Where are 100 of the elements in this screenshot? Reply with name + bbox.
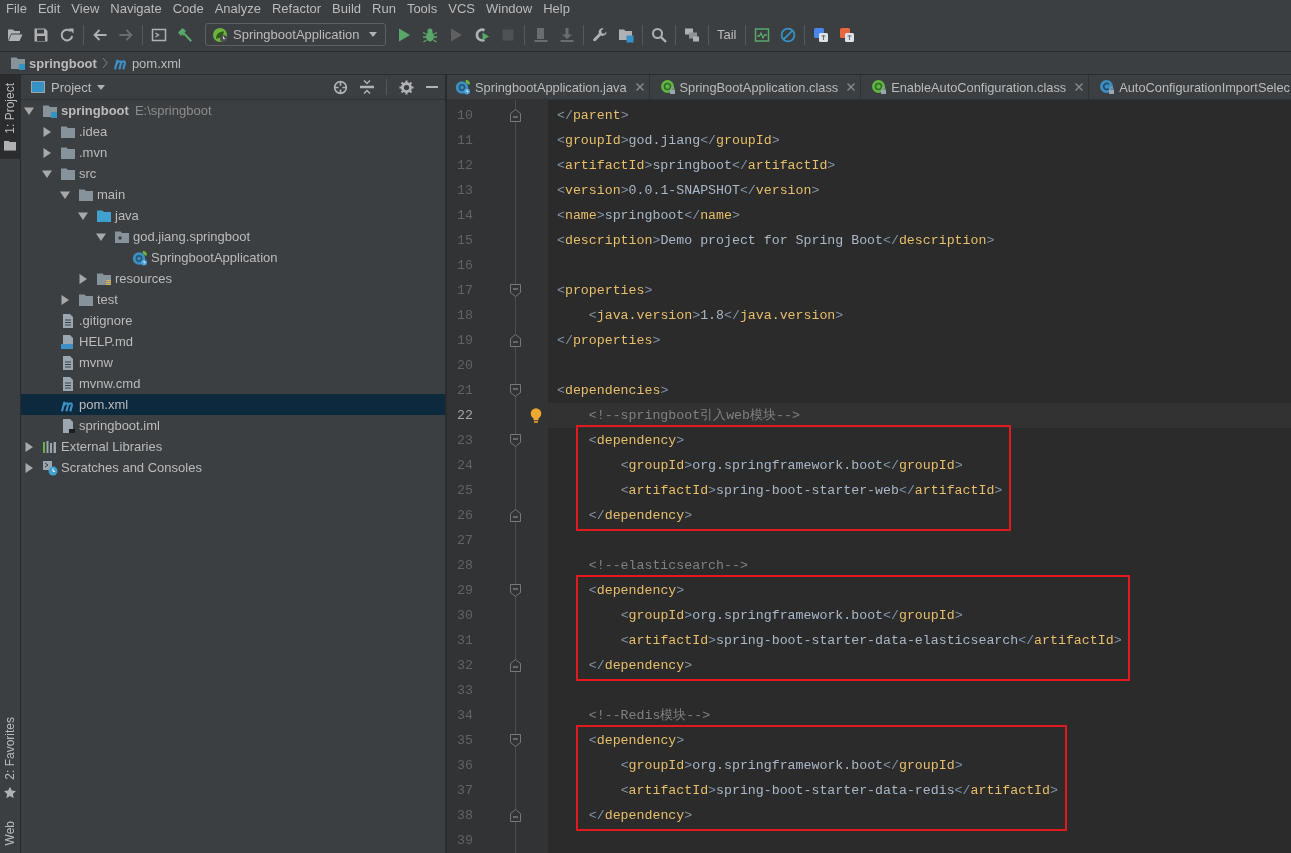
text-file-icon [60,354,76,371]
class-icon [132,249,148,266]
caret-down-icon[interactable] [60,189,70,200]
text-file-icon [60,375,76,392]
tree-item[interactable]: Scratches and Consoles [21,457,445,478]
module-folder-icon [10,55,26,71]
code-line: <artifactId>spring-boot-starter-data-elasticsearch</artifactId> [620,632,1122,648]
tree-item[interactable]: HELP.md [21,331,445,352]
close-icon[interactable] [1075,83,1084,91]
line-number: 22 [456,407,473,423]
tree-item[interactable]: pom.xml [21,394,445,415]
code-line: <dependency> [588,732,685,748]
tree-item[interactable]: External Libraries [21,436,445,457]
fold-marker-icon[interactable] [510,383,521,397]
code-line: <artifactId>springboot</artifactId> [557,157,836,173]
run-configuration-dropdown[interactable]: SpringbootApplication [205,23,386,46]
spring-leaf-icon [212,26,228,43]
project-window-icon [31,81,45,93]
fold-marker-icon[interactable] [510,333,521,347]
download-icon [559,26,575,43]
tree-item[interactable]: resources [21,268,445,289]
menu-item[interactable]: Tools [401,0,443,18]
fold-marker-icon[interactable] [510,583,521,597]
caret-right-icon[interactable] [42,126,52,137]
tool-window-tab[interactable]: Web [0,812,20,853]
hammer-icon [177,26,193,43]
tree-item[interactable]: god.jiang.springboot [21,226,445,247]
menu-item[interactable]: Run [366,0,402,18]
caret-down-icon[interactable] [78,210,88,221]
menu-item[interactable]: Navigate [104,0,168,18]
project-view-dropdown[interactable]: Project [31,79,106,95]
tree-item[interactable]: src [21,163,445,184]
tree-item[interactable]: SpringbootApplication [21,247,445,268]
code-line: <!--elasticsearch--> [588,557,748,573]
folder-icon [4,140,16,151]
tree-item[interactable]: java [21,205,445,226]
tree-item[interactable]: mvnw [21,352,445,373]
tree-item[interactable]: mvnw.cmd [21,373,445,394]
bug-icon [422,26,438,43]
translate-icon [838,26,855,43]
code-line: <groupId>org.springframework.boot</groupId> [620,607,963,623]
code-line: <version>0.0.1-SNAPSHOT</version> [557,182,820,198]
menu-item[interactable]: Edit [32,0,66,18]
menu-item[interactable]: Analyze [209,0,267,18]
caret-right-icon[interactable] [78,273,88,284]
crosshair-icon[interactable] [333,79,348,95]
tree-item[interactable]: main [21,184,445,205]
menu-item[interactable]: Code [167,0,210,18]
close-icon[interactable] [635,83,644,91]
library-bars-icon [42,438,58,455]
caret-right-icon[interactable] [42,147,52,158]
menu-item[interactable]: Refactor [266,0,327,18]
fold-marker-icon[interactable] [510,283,521,297]
code-line: <groupId>org.springframework.boot</groupId> [620,457,963,473]
close-icon[interactable] [847,83,856,91]
caret-right-icon[interactable] [24,462,34,473]
code-line: </dependency> [588,507,693,523]
wrench-icon [592,26,608,43]
tree-item[interactable]: test [21,289,445,310]
fold-marker-icon[interactable] [510,808,521,822]
caret-down-icon[interactable] [24,105,34,116]
lightbulb-icon[interactable] [530,407,542,423]
code-line: <dependency> [588,432,685,448]
breadcrumb-item[interactable]: pom.xml [112,55,181,71]
terminal-window-icon [151,26,167,43]
tool-window-tab[interactable]: 2: Favorites [0,708,20,807]
caret-down-icon [97,84,106,90]
code-line: <name>springboot</name> [557,207,740,223]
menu-item[interactable]: File [0,0,33,18]
caret-right-icon[interactable] [24,441,34,452]
fold-marker-icon[interactable] [510,433,521,447]
breadcrumb-item[interactable]: springboot [10,55,97,71]
fold-marker-icon[interactable] [510,658,521,672]
caret-down-icon[interactable] [96,231,106,242]
fold-marker-icon[interactable] [510,108,521,122]
menu-item[interactable]: View [65,0,105,18]
caret-down-icon[interactable] [42,168,52,179]
play-icon [448,26,464,43]
tree-item[interactable]: springboot.iml [21,415,445,436]
menu-item[interactable]: Build [326,0,367,18]
code-line: <groupId>god.jiang</groupId> [557,132,780,148]
collapse-all-icon[interactable] [360,80,374,94]
fold-marker-icon[interactable] [510,733,521,747]
chevron-icon [101,57,108,69]
menu-item[interactable]: Help [537,0,576,18]
menu-item[interactable]: Window [480,0,538,18]
device-icon [533,26,549,43]
tree-item[interactable]: springboot E:\springboot [21,100,445,121]
stacked-windows-icon [684,26,700,43]
settings-icon[interactable] [399,79,414,95]
code-line: <artifactId>spring-boot-starter-data-redis</artifactId> [620,782,1058,798]
code-line: <groupId>org.springframework.boot</groupId> [620,757,963,773]
caret-right-icon[interactable] [60,294,70,305]
tree-item[interactable]: .mvn [21,142,445,163]
menu-item[interactable]: VCS [442,0,481,18]
tree-item[interactable]: .idea [21,121,445,142]
fold-marker-icon[interactable] [510,508,521,522]
tool-window-tab[interactable]: 1: Project [0,75,20,159]
tree-item[interactable]: .gitignore [21,310,445,331]
tail-button[interactable]: Tail [712,21,742,48]
